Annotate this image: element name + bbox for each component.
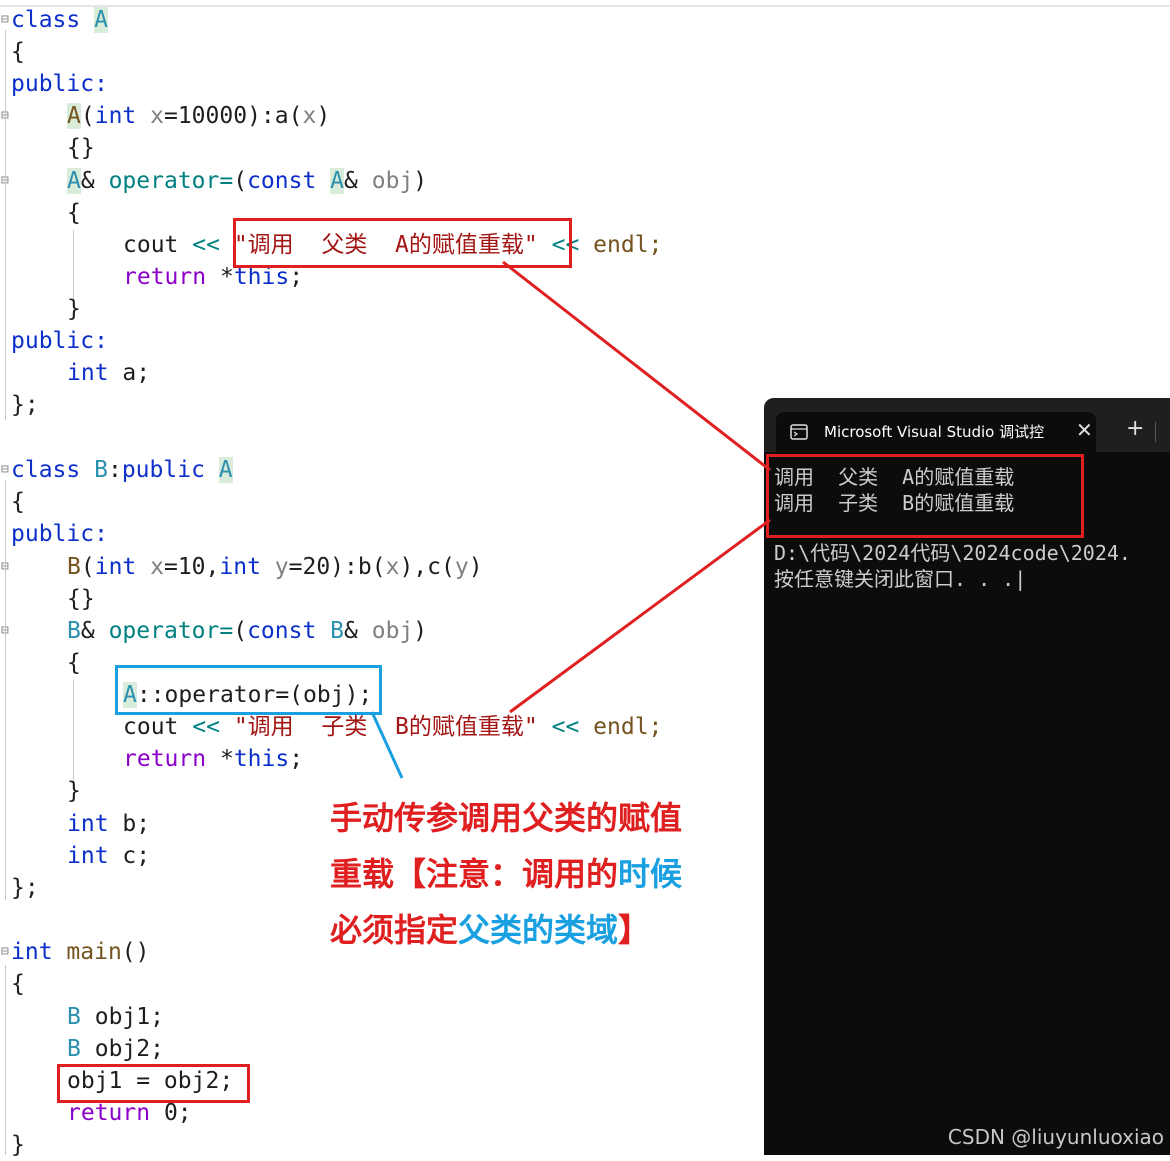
console-prompt-line: 按任意键关闭此窗口. . .|: [774, 567, 1027, 591]
code-line: class B:public A: [11, 457, 233, 483]
code-line: cout << "调用 子类 B的赋值重载" << endl;: [123, 714, 663, 740]
fold-marker[interactable]: ⊟: [1, 945, 9, 959]
watermark: CSDN @liuyunluoxiao: [947, 1125, 1164, 1149]
console-tab-title: Microsoft Visual Studio 调试控: [824, 423, 1045, 441]
code-line: }: [11, 1132, 25, 1158]
code-line: {: [67, 650, 81, 676]
indent-guide: [5, 965, 6, 1155]
code-line: int b;: [67, 811, 151, 837]
indent-guide: [5, 480, 6, 900]
highlight-box-output: [766, 454, 1084, 538]
code-line: };: [11, 392, 39, 418]
code-line: return *this;: [123, 746, 304, 772]
code-line: {}: [67, 135, 95, 161]
code-line: A& operator=(const A& obj): [67, 168, 428, 194]
code-line: {}: [67, 586, 95, 612]
code-line: class A: [11, 7, 108, 33]
code-line: public:: [11, 521, 108, 547]
code-line: B(int x=10,int y=20):b(x),c(y): [67, 554, 483, 580]
code-line: {: [11, 489, 25, 515]
code-line: int a;: [67, 360, 151, 386]
code-line: }: [67, 296, 81, 322]
indent-guide: [5, 30, 6, 420]
console-path-line: D:\代码\2024代码\2024code\2024.: [774, 541, 1131, 565]
code-line: public:: [11, 71, 108, 97]
code-line: B& operator=(const B& obj): [67, 618, 428, 644]
annotation-text: 手动传参调用父类的赋值重载【注意：调用的时候必须指定父类的类域】: [330, 799, 683, 949]
close-icon[interactable]: ✕: [1076, 418, 1093, 442]
console-window[interactable]: Microsoft Visual Studio 调试控 ✕ + 调用 父类 A的…: [764, 398, 1170, 1155]
terminal-icon: [790, 424, 808, 440]
fold-marker[interactable]: ⊟: [1, 13, 9, 27]
code-line: {: [11, 39, 25, 65]
code-line: B obj1;: [67, 1004, 164, 1030]
tab-separator: [1155, 422, 1156, 442]
console-tab-bar: Microsoft Visual Studio 调试控 ✕ +: [764, 398, 1170, 452]
code-line: int c;: [67, 843, 151, 869]
highlight-box-a-string: [233, 218, 572, 268]
highlight-box-parent-call: [115, 665, 382, 715]
highlight-box-assignment: [57, 1064, 250, 1103]
code-line: public:: [11, 328, 108, 354]
code-line: }: [67, 778, 81, 804]
code-line: B obj2;: [67, 1036, 164, 1062]
code-line: A(int x=10000):a(x): [67, 103, 331, 129]
indent-guide: [73, 230, 74, 302]
code-line: {: [67, 200, 81, 226]
code-line: };: [11, 875, 39, 901]
console-tab[interactable]: Microsoft Visual Studio 调试控 ✕: [776, 412, 1096, 452]
fold-marker[interactable]: ⊟: [1, 463, 9, 477]
code-line: {: [11, 971, 25, 997]
new-tab-button[interactable]: +: [1126, 416, 1144, 441]
code-editor[interactable]: ⊟ ⊟ ⊟ ⊟ ⊟ ⊟ ⊟ class A { public: A(int x=…: [0, 0, 760, 1158]
code-line: int main(): [11, 939, 150, 965]
indent-guide: [73, 680, 74, 785]
